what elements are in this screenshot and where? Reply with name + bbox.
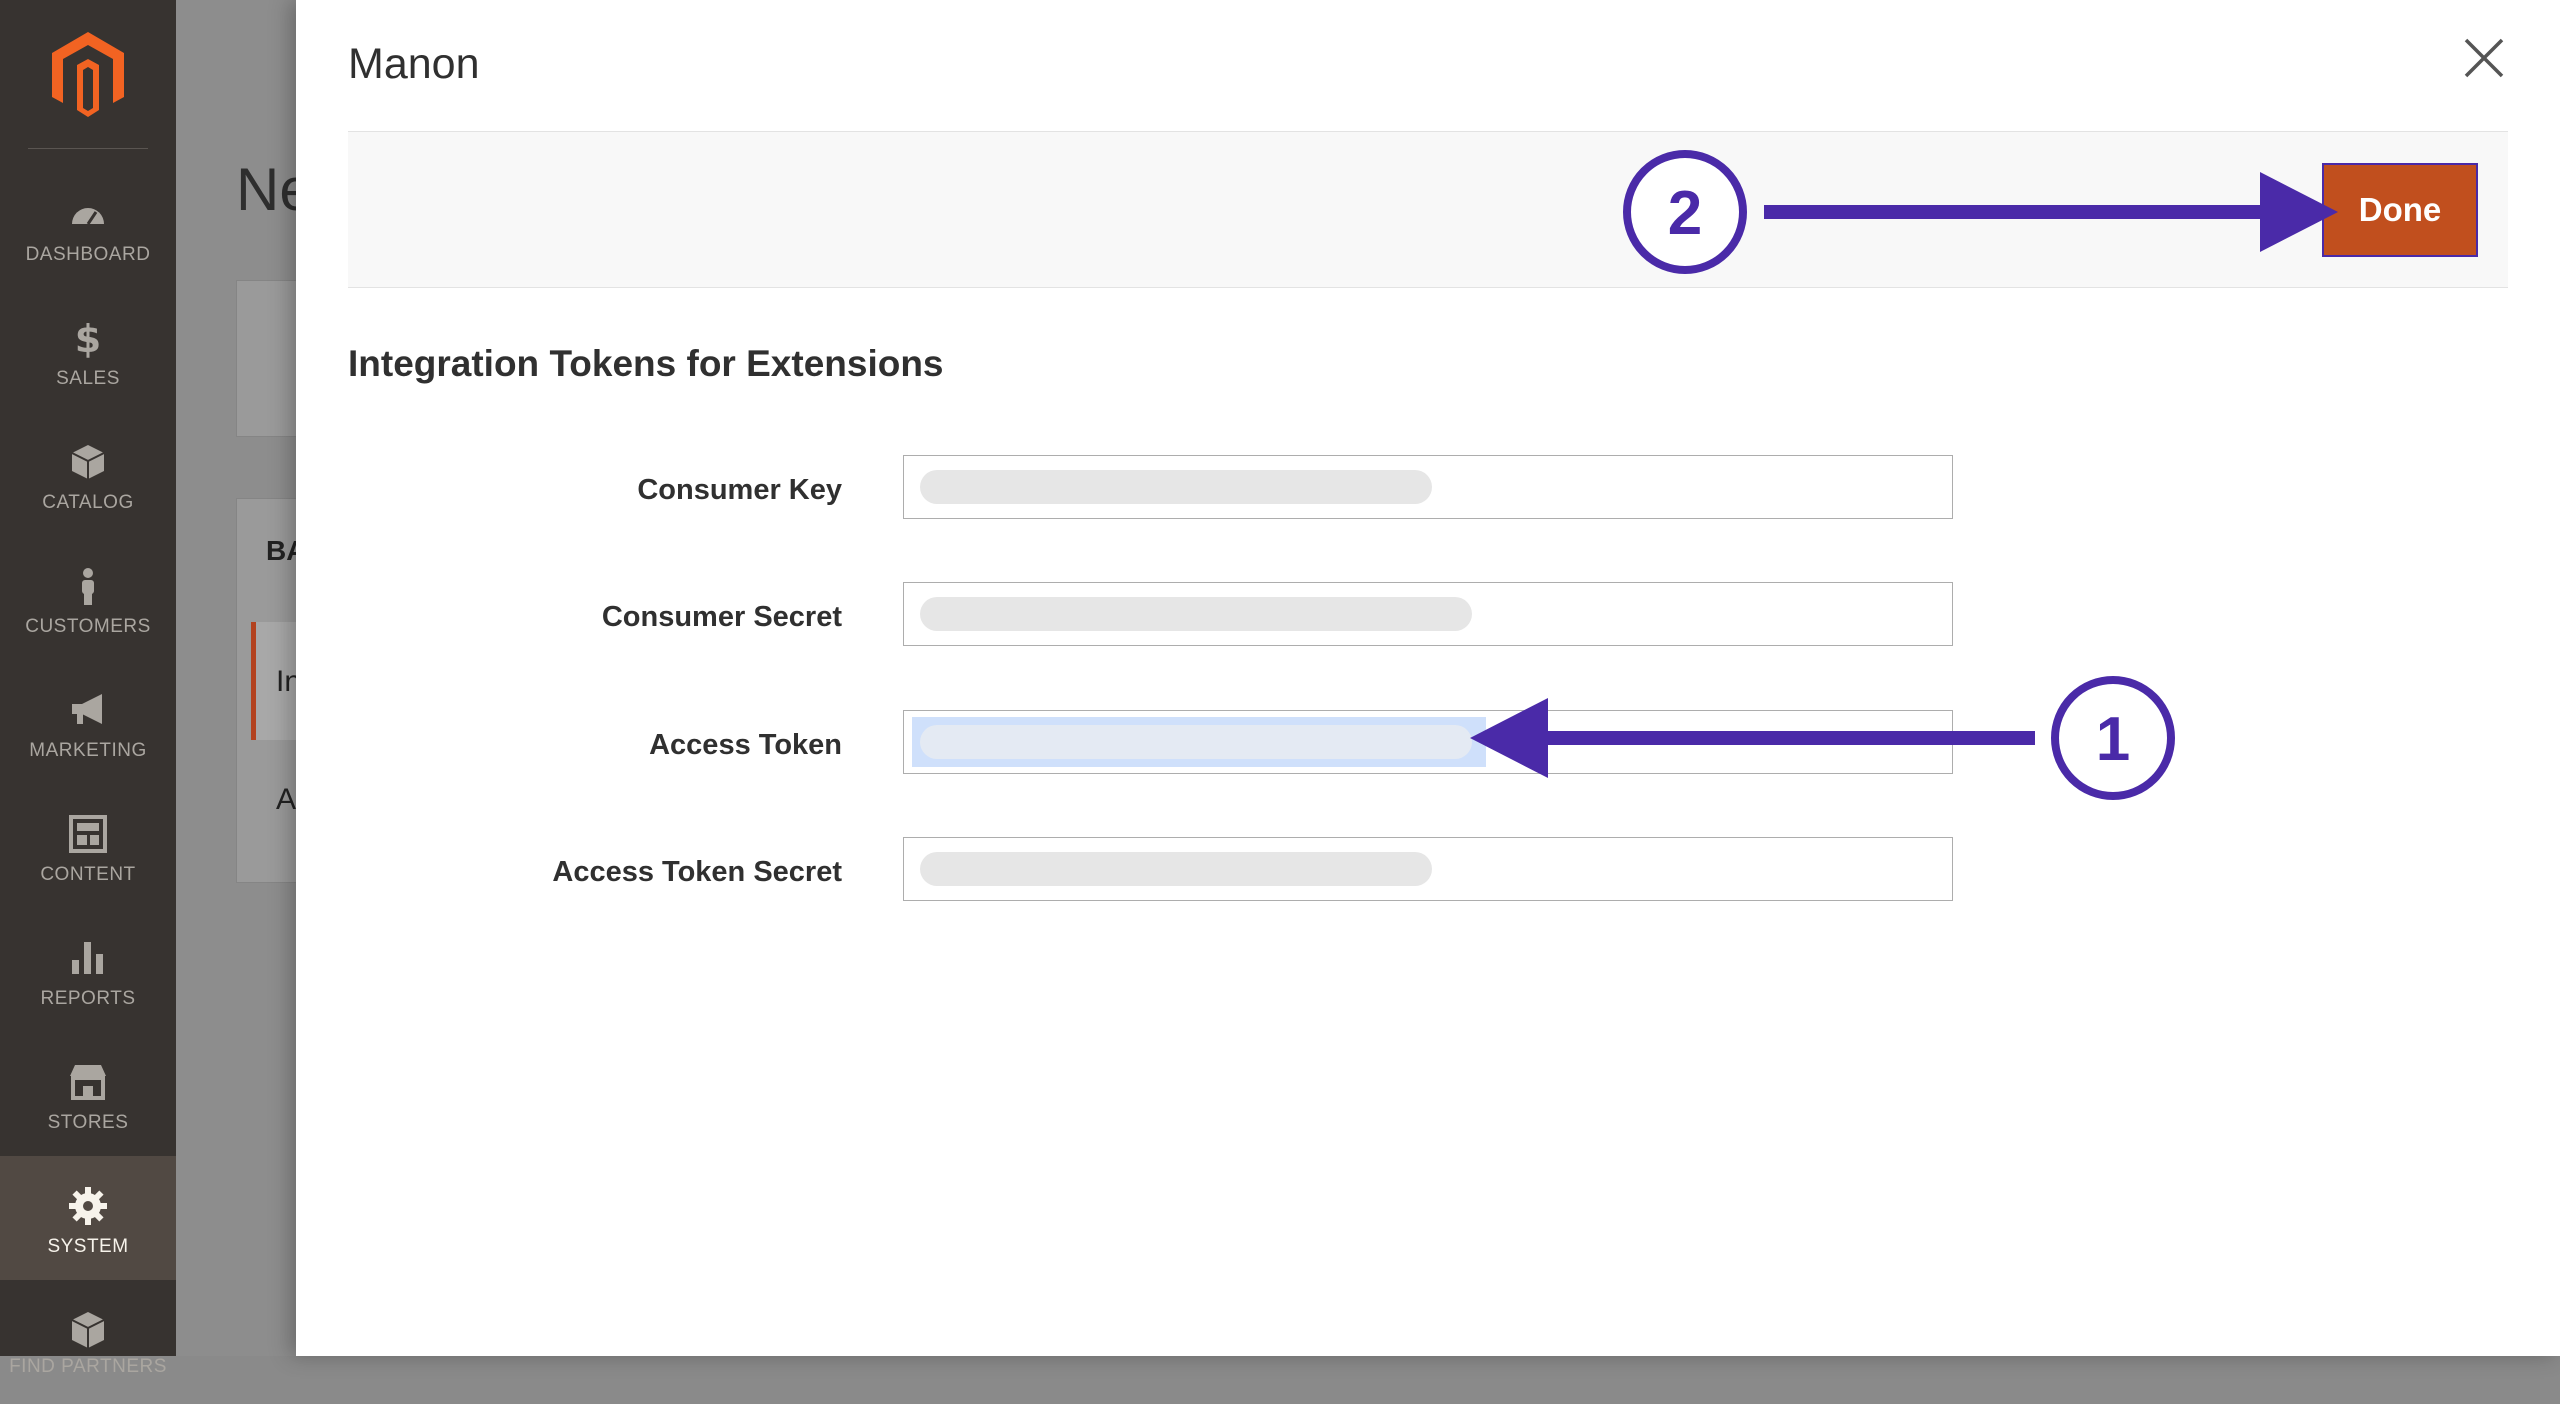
megaphone-icon xyxy=(72,694,102,724)
redacted-value xyxy=(920,470,1432,504)
redacted-value xyxy=(920,725,1472,759)
sidebar-item-label: FIND PARTNERS xyxy=(9,1356,167,1377)
close-icon[interactable] xyxy=(2462,36,2506,80)
sidebar-item-label: MARKETING xyxy=(29,740,147,761)
access-token-secret-field[interactable] xyxy=(903,837,1953,901)
sidebar-item-label: STORES xyxy=(47,1112,129,1133)
sidebar-item-stores[interactable]: STORES xyxy=(0,1032,176,1156)
background-tab-indicator xyxy=(251,622,256,740)
consumer-secret-label: Consumer Secret xyxy=(601,601,842,633)
consumer-key-label: Consumer Key xyxy=(637,474,842,506)
sidebar-divider xyxy=(28,148,148,149)
integration-tokens-modal: Manon Done Integration Tokens for Extens… xyxy=(296,0,2560,1356)
modal-title: Manon xyxy=(348,40,480,88)
dashboard-gauge-icon xyxy=(72,208,104,225)
sidebar-item-label: SALES xyxy=(56,368,120,389)
consumer-key-field[interactable] xyxy=(903,455,1953,519)
sidebar-item-label: CATALOG xyxy=(42,492,134,513)
sidebar-item-label: REPORTS xyxy=(40,988,136,1009)
sidebar-item-label: DASHBOARD xyxy=(25,244,151,265)
sidebar-item-sales[interactable]: $ SALES xyxy=(0,288,176,412)
svg-text:$: $ xyxy=(75,318,101,358)
sidebar-item-content[interactable]: CONTENT xyxy=(0,784,176,908)
boxes-icon xyxy=(71,1312,105,1348)
consumer-secret-field[interactable] xyxy=(903,582,1953,646)
sidebar-item-customers[interactable]: CUSTOMERS xyxy=(0,536,176,660)
storefront-icon xyxy=(70,1065,106,1100)
magento-logo-icon[interactable] xyxy=(48,30,128,120)
sidebar-item-reports[interactable]: REPORTS xyxy=(0,908,176,1032)
redacted-value xyxy=(920,597,1472,631)
sidebar-item-label: SYSTEM xyxy=(47,1236,129,1257)
cube-icon xyxy=(71,445,105,479)
gear-icon xyxy=(69,1187,107,1225)
person-icon xyxy=(82,568,94,605)
bar-chart-icon xyxy=(72,942,103,974)
admin-sidebar: DASHBOARD $ SALES CATALOG CUSTOMERS MARK… xyxy=(0,0,176,1377)
sidebar-item-label: CUSTOMERS xyxy=(25,616,151,637)
sidebar-item-dashboard[interactable]: DASHBOARD xyxy=(0,164,176,288)
sidebar-item-marketing[interactable]: MARKETING xyxy=(0,660,176,784)
done-button[interactable]: Done xyxy=(2322,163,2478,257)
access-token-label: Access Token xyxy=(649,729,842,761)
background-text: A xyxy=(276,783,297,816)
dollar-icon: $ xyxy=(75,318,101,358)
sidebar-item-catalog[interactable]: CATALOG xyxy=(0,412,176,536)
sidebar-item-find-partners[interactable]: FIND PARTNERS xyxy=(0,1280,176,1404)
modal-action-bar: Done xyxy=(348,131,2508,288)
layout-icon xyxy=(69,815,107,853)
redacted-value xyxy=(920,852,1432,886)
section-title: Integration Tokens for Extensions xyxy=(348,343,944,384)
access-token-field[interactable] xyxy=(903,710,1953,774)
sidebar-item-label: CONTENT xyxy=(40,864,136,885)
sidebar-item-system[interactable]: SYSTEM xyxy=(0,1156,176,1280)
access-token-secret-label: Access Token Secret xyxy=(552,856,842,888)
